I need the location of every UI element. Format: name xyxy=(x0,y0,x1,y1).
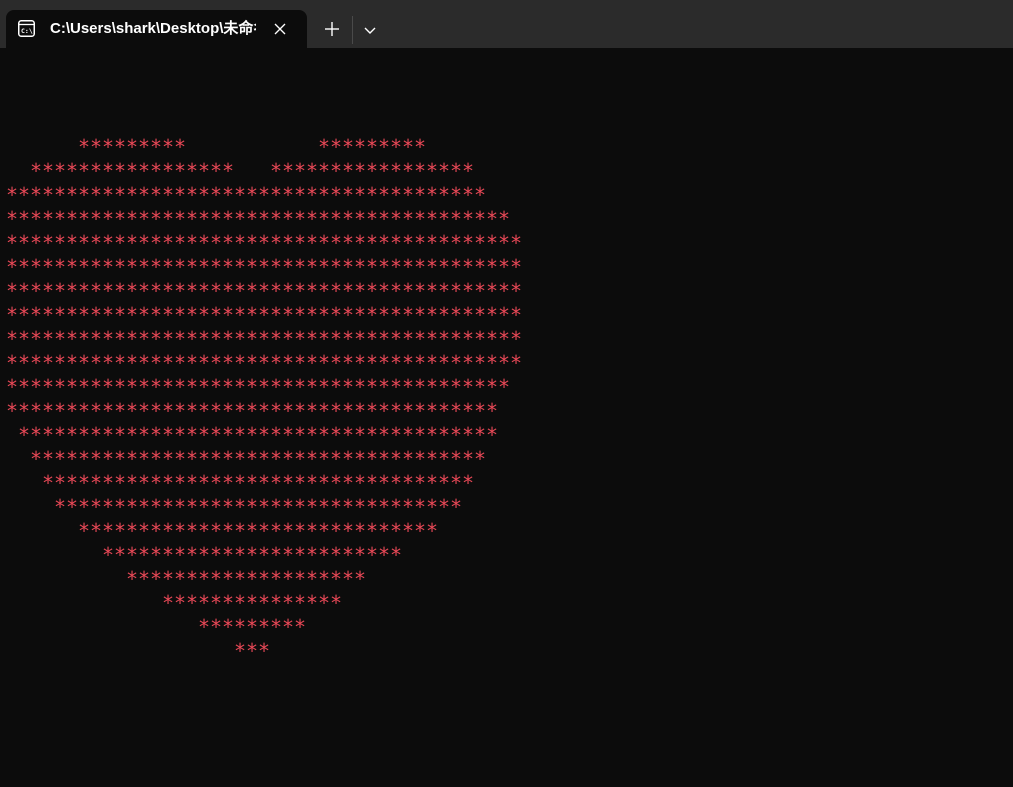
output-line: ****************************************… xyxy=(6,375,511,399)
output-line: ****************************************… xyxy=(6,351,523,375)
output-line: ****************************************… xyxy=(6,231,523,255)
output-line: ********************************** xyxy=(6,495,463,519)
output-line: *** xyxy=(6,639,271,663)
output-line: ******************** xyxy=(6,567,367,591)
heart-ascii-art: ********* ********* ***************** **… xyxy=(6,135,522,663)
output-line: ****************************************… xyxy=(6,327,523,351)
output-line: ****************************************… xyxy=(6,207,511,231)
output-line: ************************************** xyxy=(6,447,487,471)
output-line: ****************************** xyxy=(6,519,439,543)
titlebar-divider xyxy=(352,16,353,44)
output-line: ****************************************… xyxy=(6,255,523,279)
output-line: **************************************** xyxy=(6,423,499,447)
chevron-down-icon[interactable] xyxy=(358,16,382,44)
plus-icon[interactable] xyxy=(319,14,345,42)
terminal-window: C:\ C:\Users\shark\Desktop\未命名 *********… xyxy=(0,0,1013,787)
output-line: ************************* xyxy=(6,543,403,567)
close-icon[interactable] xyxy=(272,21,288,37)
tab-terminal[interactable]: C:\ C:\Users\shark\Desktop\未命名 xyxy=(6,10,307,48)
output-line: *************** xyxy=(6,591,343,615)
terminal-icon: C:\ xyxy=(18,20,35,37)
output-line: ****************************************… xyxy=(6,279,523,303)
output-line: ********* xyxy=(6,615,307,639)
output-line: **************************************** xyxy=(6,183,487,207)
output-line: ********* ********* xyxy=(6,135,427,159)
svg-text:C:\: C:\ xyxy=(21,27,33,35)
title-bar: C:\ C:\Users\shark\Desktop\未命名 xyxy=(0,0,1013,48)
output-line: ************************************ xyxy=(6,471,475,495)
output-line: ****************************************… xyxy=(6,399,499,423)
output-line: ****************************************… xyxy=(6,303,523,327)
tab-title: C:\Users\shark\Desktop\未命名 xyxy=(50,20,256,37)
output-line: ***************** ***************** xyxy=(6,159,475,183)
